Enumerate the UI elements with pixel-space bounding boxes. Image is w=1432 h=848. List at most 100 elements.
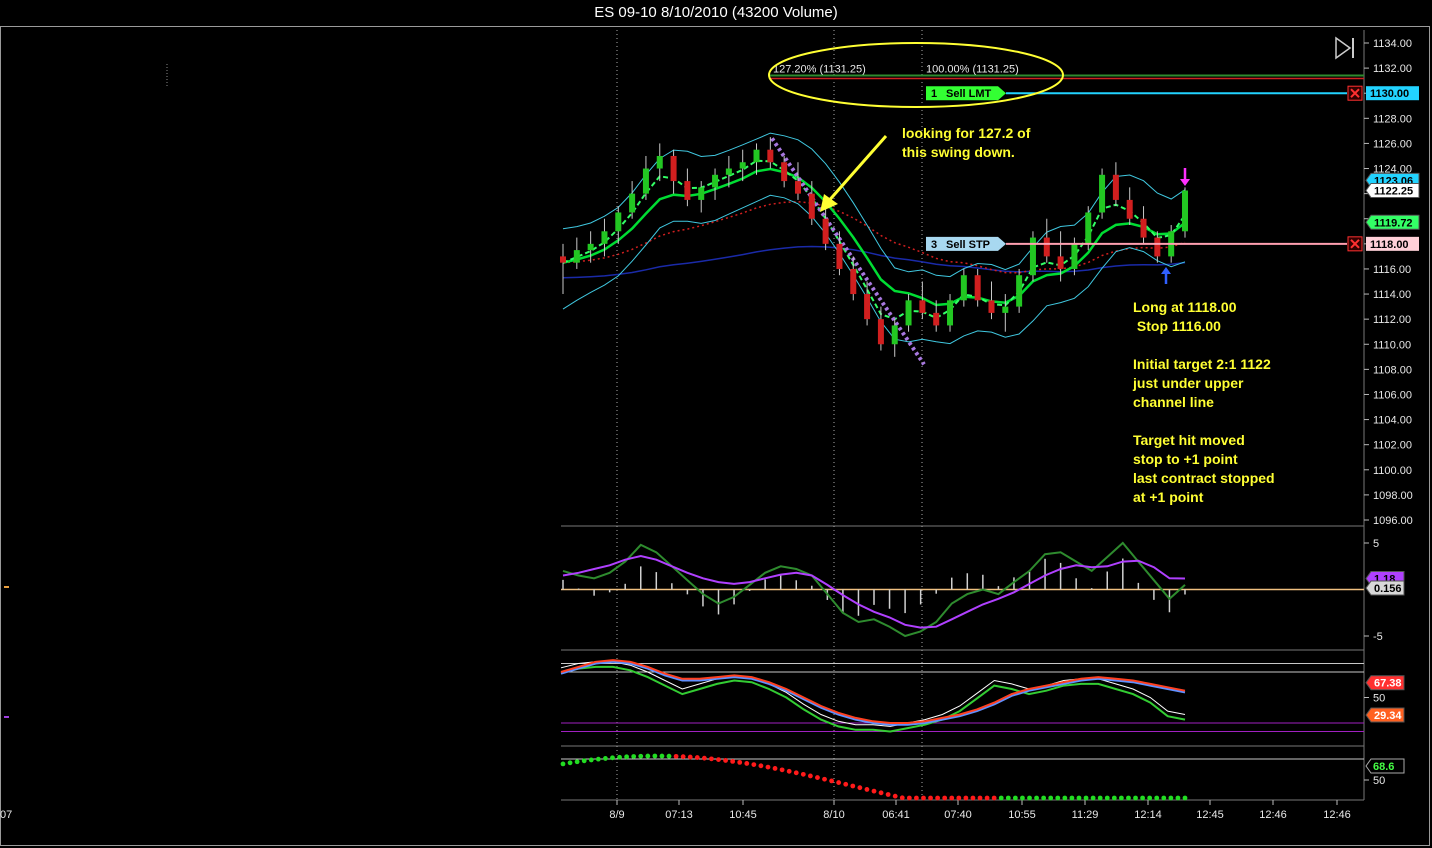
stoch-d-line bbox=[560, 660, 1186, 726]
cycle-dot bbox=[610, 755, 615, 761]
candle-body bbox=[781, 162, 788, 182]
candle-body bbox=[642, 168, 649, 194]
cycle-dot bbox=[1126, 795, 1131, 801]
candle-body bbox=[864, 294, 871, 320]
cycle-dot bbox=[878, 790, 884, 796]
candle-body bbox=[947, 300, 954, 326]
price-tick-label: 1134.00 bbox=[1373, 38, 1412, 50]
candle-body bbox=[974, 275, 981, 301]
annotation-line: at +1 point bbox=[1133, 489, 1204, 505]
left-tick-mark bbox=[4, 716, 9, 718]
candle-body bbox=[960, 275, 967, 301]
stoch-tick-label: 50 bbox=[1373, 693, 1385, 705]
order-id: 1 bbox=[931, 88, 937, 100]
price-tick-label: 1100.00 bbox=[1373, 465, 1412, 477]
macd-panel: 5-51.180.156 bbox=[561, 538, 1405, 643]
swing-line bbox=[770, 137, 926, 366]
price-tick-label: 1114.00 bbox=[1373, 289, 1411, 301]
price-tick-label: 1116.00 bbox=[1373, 264, 1411, 276]
fib-levels: 127.20% (1131.25) 100.00% (1131.25) bbox=[770, 64, 1364, 80]
candle-body bbox=[1043, 237, 1050, 257]
cycle-dot bbox=[1090, 795, 1096, 801]
candle bbox=[698, 181, 705, 213]
cycle-dot bbox=[1041, 795, 1047, 801]
cycle-dot bbox=[921, 795, 926, 801]
cycle-dot bbox=[723, 758, 728, 763]
candle-body bbox=[919, 300, 926, 313]
candle-body bbox=[725, 168, 732, 175]
price-tick-label: 1108.00 bbox=[1373, 364, 1412, 376]
cycle-dot bbox=[906, 795, 912, 801]
candle-body bbox=[1071, 243, 1078, 269]
cycle-dot bbox=[701, 755, 707, 761]
cycle-dots-panel: 50 68.6 bbox=[560, 753, 1405, 801]
cycle-dot bbox=[588, 757, 594, 763]
macd-tag-label: 0.156 bbox=[1374, 583, 1402, 595]
cycle-dot bbox=[857, 785, 863, 791]
candle-body bbox=[1182, 190, 1188, 232]
cycle-dot bbox=[1168, 795, 1174, 801]
price-tick-label: 1110.00 bbox=[1373, 339, 1411, 351]
cycle-dot bbox=[928, 795, 933, 801]
cycle-dot bbox=[786, 768, 792, 774]
cycle-dot bbox=[850, 783, 856, 789]
chart-canvas[interactable]: 1134.001132.001130.001128.001126.001124.… bbox=[0, 0, 1432, 848]
cycle-dot bbox=[1055, 795, 1061, 801]
left-tick-mark bbox=[4, 586, 9, 588]
candle-body bbox=[1016, 275, 1023, 307]
candle-body bbox=[905, 300, 912, 326]
time-tick-label: 07:13 bbox=[665, 809, 693, 821]
time-tick-label: 8/10 bbox=[823, 809, 844, 821]
candle bbox=[560, 243, 566, 295]
sell-signal-arrow bbox=[1180, 168, 1190, 186]
cycle-dot bbox=[1020, 795, 1025, 801]
cycle-dot bbox=[885, 792, 891, 797]
price-tick-label: 1104.00 bbox=[1373, 415, 1412, 427]
price-tag-label: 1122.25 bbox=[1374, 185, 1413, 197]
candle-body bbox=[1099, 174, 1106, 213]
time-tick-label: 06:41 bbox=[882, 809, 910, 821]
candle-body bbox=[836, 243, 843, 269]
price-tick-label: 1126.00 bbox=[1373, 138, 1412, 150]
cycle-dot bbox=[737, 759, 743, 765]
candle bbox=[642, 155, 649, 200]
order-id: 3 bbox=[931, 239, 937, 251]
cycle-dot bbox=[772, 766, 778, 771]
order-sell-lmt[interactable]: 1 Sell LMT 1130.00 bbox=[926, 85, 1419, 101]
annotation-swing-note: looking for 127.2 of this swing down. bbox=[902, 125, 1031, 160]
cycle-dot bbox=[567, 760, 573, 766]
cycle-dot bbox=[1062, 795, 1068, 801]
cycle-dot bbox=[800, 771, 806, 777]
time-tick-label: 07:40 bbox=[944, 809, 972, 821]
cycle-dot bbox=[1034, 795, 1039, 801]
candle-body bbox=[656, 155, 663, 169]
cycle-dot bbox=[822, 776, 827, 782]
time-tick-label: 12:46 bbox=[1259, 809, 1287, 821]
candle-body bbox=[1085, 212, 1092, 244]
long-ma-line bbox=[562, 245, 1186, 279]
time-tick-label: 07 bbox=[0, 809, 12, 821]
candle bbox=[1099, 168, 1106, 219]
candle bbox=[974, 268, 981, 307]
time-tick-label: 11:29 bbox=[1072, 809, 1099, 821]
cycle-dot bbox=[1104, 795, 1110, 801]
cycle-dot bbox=[659, 753, 665, 759]
fast-ma bbox=[562, 159, 1186, 321]
price-tick-label: 1102.00 bbox=[1373, 440, 1412, 452]
order-lines[interactable]: 1 Sell LMT 1130.00 3 Sell STP 1118.00 bbox=[926, 85, 1419, 252]
cycle-dot bbox=[709, 756, 714, 762]
cycle-dot bbox=[1154, 795, 1160, 801]
candle-body bbox=[767, 149, 774, 163]
candle-body bbox=[712, 174, 719, 188]
cycle-dot bbox=[779, 767, 785, 773]
play-end-icon[interactable] bbox=[1335, 36, 1354, 60]
annotation-line: channel line bbox=[1133, 394, 1214, 410]
candle bbox=[877, 306, 884, 351]
upper-channel bbox=[562, 132, 1186, 278]
cycle-dot bbox=[617, 754, 622, 760]
cycle-dot bbox=[793, 770, 799, 776]
candle bbox=[573, 237, 580, 269]
cycle-tag-label: 68.6 bbox=[1373, 761, 1394, 773]
cycle-dot bbox=[687, 754, 693, 760]
cycle-dot bbox=[603, 756, 608, 761]
